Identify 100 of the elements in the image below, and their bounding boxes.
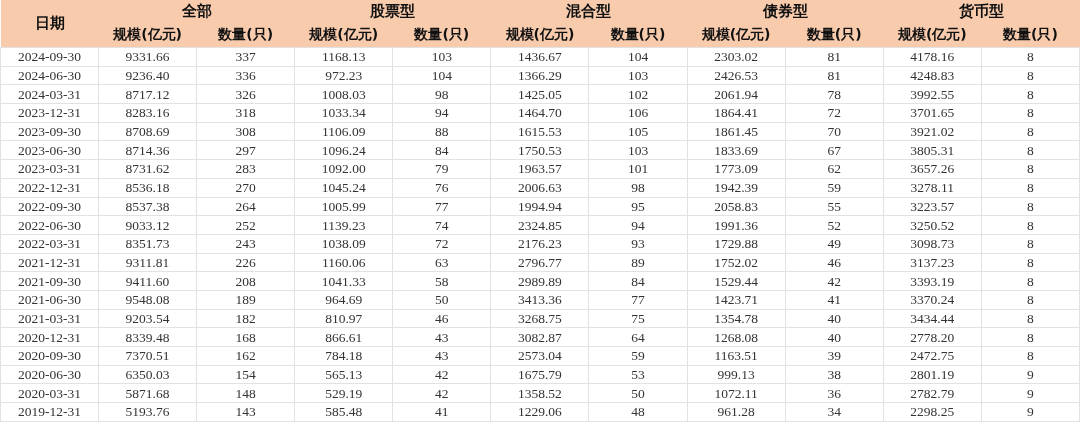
table-cell: 3137.23 xyxy=(883,253,982,272)
table-cell: 7370.51 xyxy=(98,346,197,366)
table-cell: 1994.94 xyxy=(490,197,589,216)
table-cell: 866.61 xyxy=(294,327,393,347)
table-cell: 162 xyxy=(196,346,295,366)
table-cell: 88 xyxy=(392,122,491,141)
table-cell: 2989.89 xyxy=(490,271,589,291)
table-cell: 48 xyxy=(588,402,688,422)
table-cell: 1991.36 xyxy=(687,215,786,235)
table-cell: 84 xyxy=(588,271,688,291)
table-cell: 784.18 xyxy=(294,346,393,366)
table-cell: 8 xyxy=(981,234,1080,254)
table-cell: 46 xyxy=(392,309,491,328)
table-cell: 2024-06-30 xyxy=(0,66,99,85)
table-cell: 2020-03-31 xyxy=(0,383,99,403)
table-cell: 2022-03-31 xyxy=(0,234,99,254)
table-cell: 1354.78 xyxy=(687,309,786,328)
table-cell: 70 xyxy=(785,122,884,141)
table-cell: 1139.23 xyxy=(294,215,393,235)
table-cell: 1168.13 xyxy=(294,47,393,67)
table-cell: 972.23 xyxy=(294,66,393,85)
table-cell: 2021-12-31 xyxy=(0,253,99,272)
table-cell: 8351.73 xyxy=(98,234,197,254)
table-cell: 999.13 xyxy=(687,365,786,384)
table-cell: 42 xyxy=(392,383,491,403)
table-cell: 8714.36 xyxy=(98,140,197,160)
table-cell: 103 xyxy=(588,140,688,160)
table-cell: 226 xyxy=(196,253,295,272)
table-cell: 98 xyxy=(588,178,688,197)
table-cell: 3657.26 xyxy=(883,159,982,179)
table-cell: 3223.57 xyxy=(883,197,982,216)
table-cell: 2024-09-30 xyxy=(0,47,99,67)
table-cell: 326 xyxy=(196,84,295,104)
table-cell: 104 xyxy=(392,66,491,85)
table-cell: 243 xyxy=(196,234,295,254)
table-cell: 9548.08 xyxy=(98,290,197,310)
table-cell: 2021-03-31 xyxy=(0,309,99,328)
table-cell: 2021-06-30 xyxy=(0,290,99,310)
table-cell: 2778.20 xyxy=(883,327,982,347)
column-header: 规模(亿元) xyxy=(490,22,589,48)
column-header: 规模(亿元) xyxy=(687,22,786,48)
table-cell: 50 xyxy=(392,290,491,310)
table-cell: 182 xyxy=(196,309,295,328)
table-cell: 2324.85 xyxy=(490,215,589,235)
table-cell: 3250.52 xyxy=(883,215,982,235)
table-cell: 81 xyxy=(785,66,884,85)
table-cell: 1008.03 xyxy=(294,84,393,104)
table-cell: 75 xyxy=(588,309,688,328)
table-cell: 40 xyxy=(785,327,884,347)
table-cell: 1229.06 xyxy=(490,402,589,422)
table-cell: 1096.24 xyxy=(294,140,393,160)
table-cell: 38 xyxy=(785,365,884,384)
table-cell: 2022-09-30 xyxy=(0,197,99,216)
table-cell: 2298.25 xyxy=(883,402,982,422)
table-cell: 93 xyxy=(588,234,688,254)
table-cell: 72 xyxy=(392,234,491,254)
table-cell: 72 xyxy=(785,103,884,123)
table-cell: 106 xyxy=(588,103,688,123)
table-cell: 67 xyxy=(785,140,884,160)
table-cell: 8 xyxy=(981,66,1080,85)
table-cell: 77 xyxy=(392,197,491,216)
table-cell: 8717.12 xyxy=(98,84,197,104)
table-cell: 9 xyxy=(981,383,1080,403)
column-header: 数量(只) xyxy=(981,22,1080,48)
table-cell: 3413.36 xyxy=(490,290,589,310)
table-cell: 59 xyxy=(588,346,688,366)
table-cell: 81 xyxy=(785,47,884,67)
table-cell: 1163.51 xyxy=(687,346,786,366)
table-cell: 2573.04 xyxy=(490,346,589,366)
table-cell: 3434.44 xyxy=(883,309,982,328)
table-cell: 1833.69 xyxy=(687,140,786,160)
table-cell: 59 xyxy=(785,178,884,197)
table-cell: 101 xyxy=(588,159,688,179)
table-cell: 1423.71 xyxy=(687,290,786,310)
table-cell: 9203.54 xyxy=(98,309,197,328)
table-cell: 1033.34 xyxy=(294,103,393,123)
table-cell: 95 xyxy=(588,197,688,216)
table-cell: 79 xyxy=(392,159,491,179)
table-cell: 8537.38 xyxy=(98,197,197,216)
column-header: 日期 xyxy=(0,0,99,48)
table-cell: 2024-03-31 xyxy=(0,84,99,104)
table-cell: 42 xyxy=(392,365,491,384)
table-cell: 1038.09 xyxy=(294,234,393,254)
table-cell: 105 xyxy=(588,122,688,141)
table-cell: 2022-06-30 xyxy=(0,215,99,235)
table-cell: 77 xyxy=(588,290,688,310)
table-cell: 1750.53 xyxy=(490,140,589,160)
table-cell: 2058.83 xyxy=(687,197,786,216)
table-cell: 264 xyxy=(196,197,295,216)
table-cell: 58 xyxy=(392,271,491,291)
table-cell: 1963.57 xyxy=(490,159,589,179)
column-header: 规模(亿元) xyxy=(98,22,197,48)
table-cell: 2020-06-30 xyxy=(0,365,99,384)
table-cell: 49 xyxy=(785,234,884,254)
table-cell: 3393.19 xyxy=(883,271,982,291)
table-cell: 46 xyxy=(785,253,884,272)
table-cell: 1615.53 xyxy=(490,122,589,141)
table-cell: 337 xyxy=(196,47,295,67)
table-cell: 102 xyxy=(588,84,688,104)
table-cell: 8731.62 xyxy=(98,159,197,179)
